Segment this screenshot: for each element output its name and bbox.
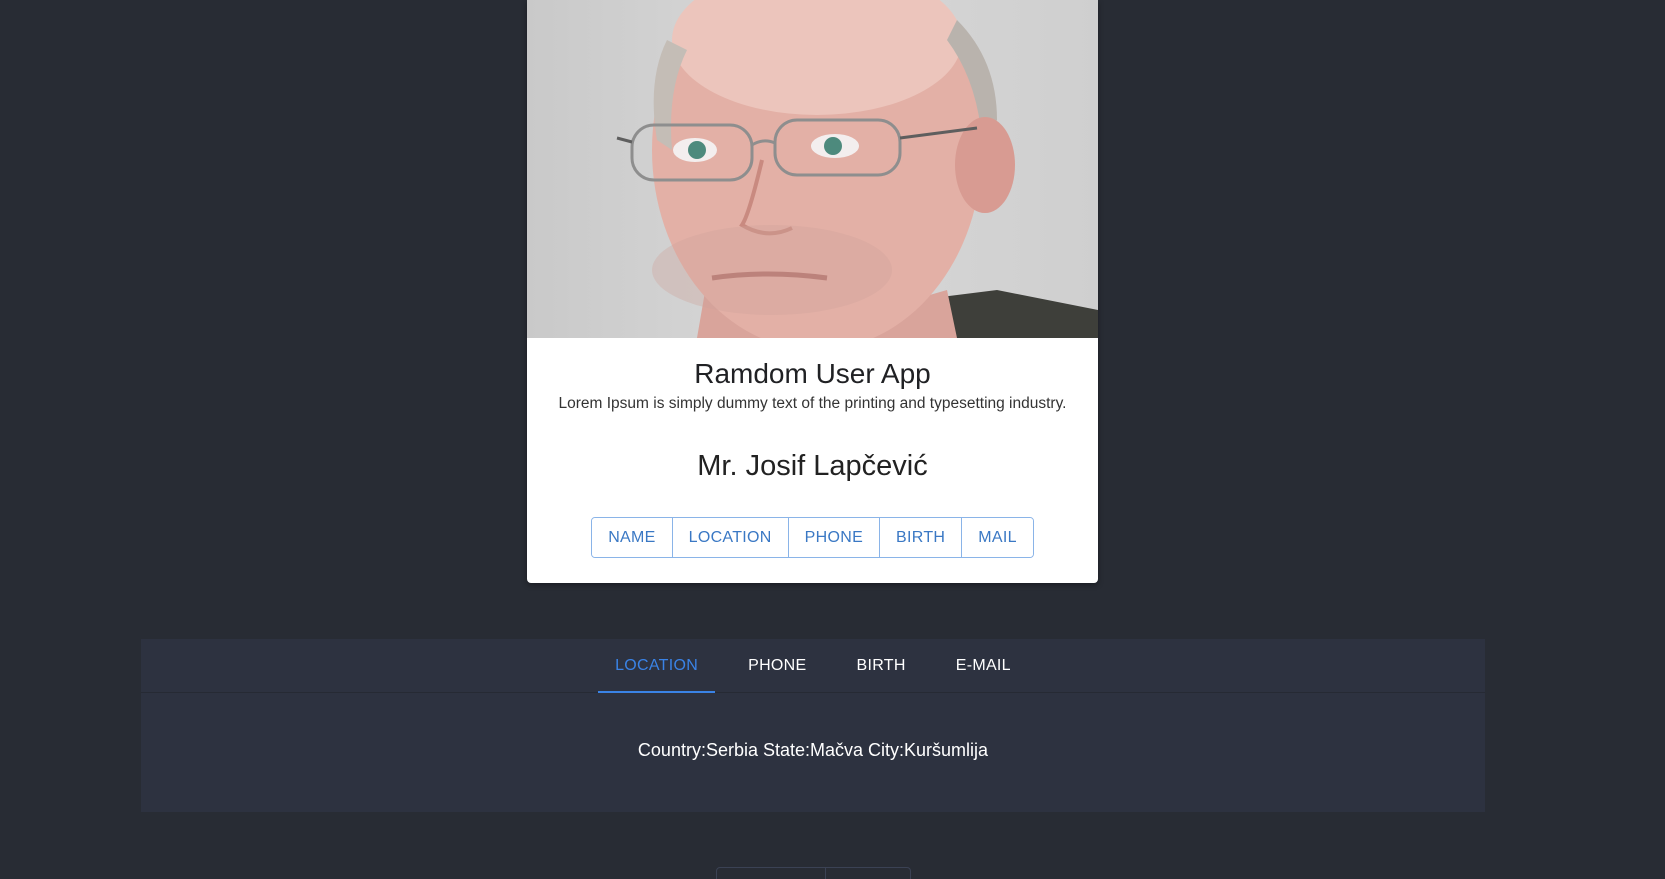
user-card: Ramdom User App Lorem Ipsum is simply du… bbox=[527, 0, 1098, 583]
pager-button-previous[interactable] bbox=[717, 868, 826, 879]
phone-button[interactable]: PHONE bbox=[788, 518, 881, 557]
user-name: Mr. Josif Lapčević bbox=[697, 450, 928, 482]
user-photo bbox=[527, 0, 1098, 338]
tab-location[interactable]: LOCATION bbox=[598, 639, 716, 693]
card-body: Ramdom User App Lorem Ipsum is simply du… bbox=[527, 338, 1098, 558]
info-button-group: NAME LOCATION PHONE BIRTH MAIL bbox=[591, 517, 1034, 558]
birth-button[interactable]: BIRTH bbox=[880, 518, 963, 557]
app-title: Ramdom User App bbox=[694, 358, 931, 389]
tab-email[interactable]: E-MAIL bbox=[939, 639, 1028, 692]
tab-birth[interactable]: BIRTH bbox=[840, 639, 923, 692]
location-button[interactable]: LOCATION bbox=[672, 518, 789, 557]
page: Ramdom User App Lorem Ipsum is simply du… bbox=[0, 0, 1665, 879]
portrait-image bbox=[616, 0, 1098, 338]
pager-button-group bbox=[716, 867, 911, 879]
app-description: Lorem Ipsum is simply dummy text of the … bbox=[558, 395, 1067, 412]
pager-button-next[interactable] bbox=[826, 868, 910, 879]
name-button[interactable]: NAME bbox=[592, 518, 673, 557]
tabs-bar: LOCATION PHONE BIRTH E-MAIL bbox=[141, 639, 1485, 693]
tab-phone[interactable]: PHONE bbox=[731, 639, 823, 692]
details-tabs-panel: LOCATION PHONE BIRTH E-MAIL Country:Serb… bbox=[141, 639, 1485, 812]
mail-button[interactable]: MAIL bbox=[962, 518, 1033, 557]
tab-content-location: Country:Serbia State:Mačva City:Kuršumli… bbox=[637, 740, 989, 760]
